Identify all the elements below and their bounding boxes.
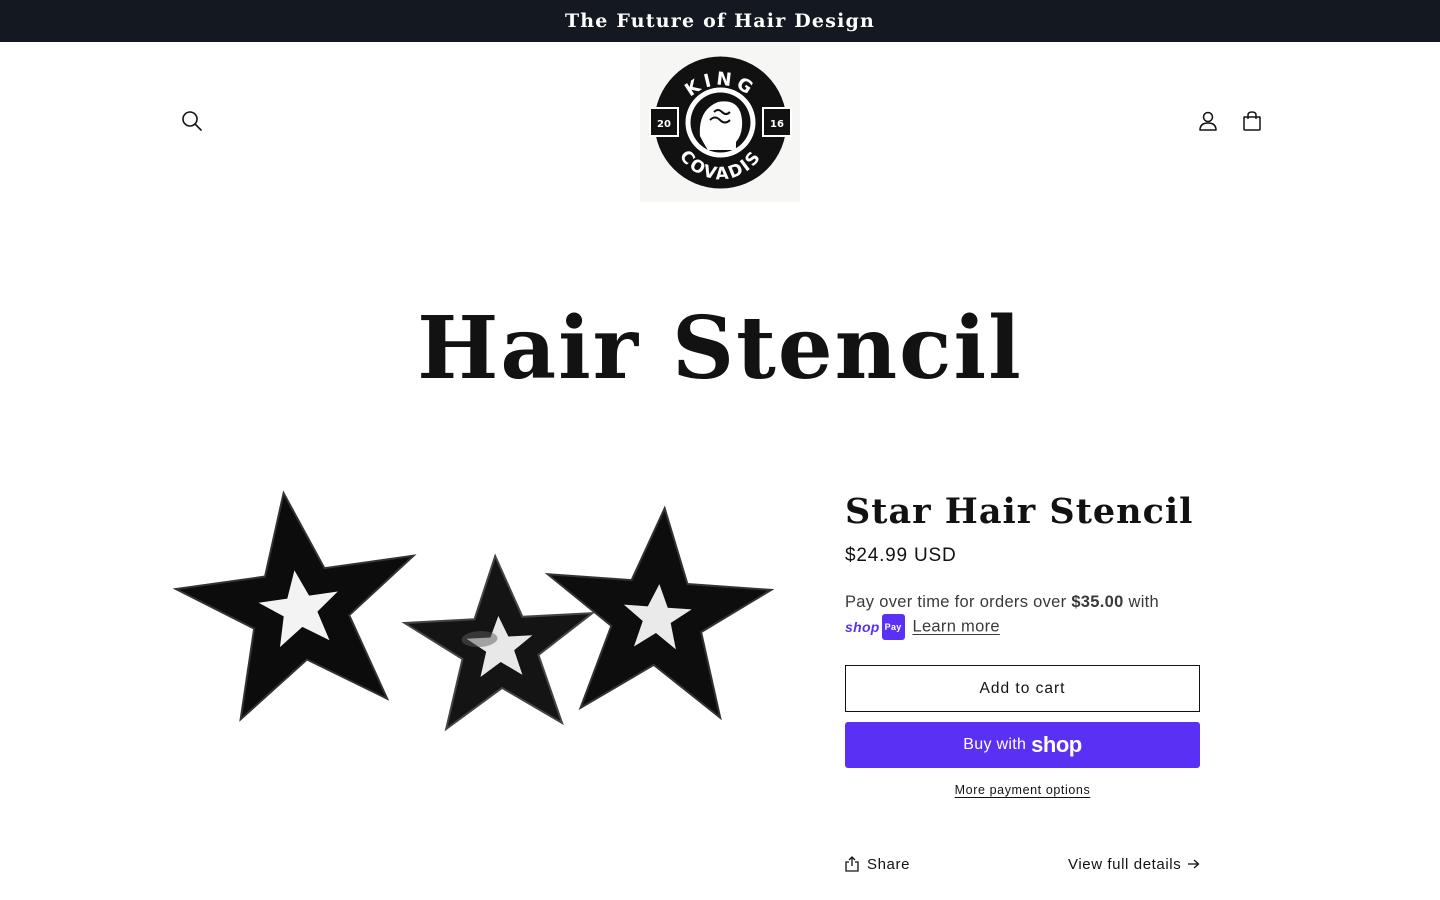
king-covadis-logo: 20 16 KING COVADIS xyxy=(648,56,792,188)
product-info: Star Hair Stencil $24.99 USD Pay over ti… xyxy=(845,488,1200,640)
search-icon xyxy=(182,111,202,131)
cart-icon xyxy=(1243,111,1261,131)
share-label: Share xyxy=(867,855,911,873)
shop-logo: shop xyxy=(1031,732,1082,757)
star-stencils-image xyxy=(172,490,775,732)
shop-pay-logo: shop Pay xyxy=(845,614,905,640)
buy-with-shop-button[interactable]: Buy with shop xyxy=(845,722,1200,768)
installments-amount: $35.00 xyxy=(1071,593,1124,611)
add-to-cart-button[interactable]: Add to cart xyxy=(845,665,1200,712)
search-button[interactable] xyxy=(170,99,214,143)
installments-message: Pay over time for orders over $35.00 wit… xyxy=(845,590,1200,640)
more-payment-options-link[interactable]: More payment options xyxy=(845,783,1200,797)
arrow-right-icon xyxy=(1188,859,1200,869)
share-icon xyxy=(845,856,859,872)
product-price: $24.99 USD xyxy=(845,545,957,566)
announcement-text: The Future of Hair Design xyxy=(564,10,876,32)
shop-pay-logo-pay: Pay xyxy=(881,614,905,640)
cart-button[interactable] xyxy=(1230,99,1274,143)
buy-with-label: Buy with xyxy=(963,736,1027,753)
share-button[interactable]: Share xyxy=(845,853,910,875)
collection-title: Hair Stencil xyxy=(417,298,1023,399)
store-logo[interactable]: 20 16 KING COVADIS xyxy=(640,42,800,202)
svg-text:20: 20 xyxy=(657,119,671,130)
account-button[interactable] xyxy=(1186,99,1230,143)
add-to-cart-label: Add to cart xyxy=(979,679,1066,697)
announcement-bar: The Future of Hair Design xyxy=(0,0,1440,42)
shop-pay-logo-shop: shop xyxy=(845,619,880,635)
account-icon xyxy=(1199,111,1217,131)
learn-more-link[interactable]: Learn more xyxy=(912,617,999,635)
view-details-label: View full details xyxy=(1068,855,1182,873)
installments-suffix: with xyxy=(1123,593,1160,611)
svg-text:16: 16 xyxy=(770,119,784,130)
view-full-details-link[interactable]: View full details xyxy=(1068,853,1200,875)
installments-prefix: Pay over time for orders over xyxy=(845,593,1072,611)
product-title: Star Hair Stencil xyxy=(845,491,1194,532)
product-image[interactable] xyxy=(160,470,785,760)
